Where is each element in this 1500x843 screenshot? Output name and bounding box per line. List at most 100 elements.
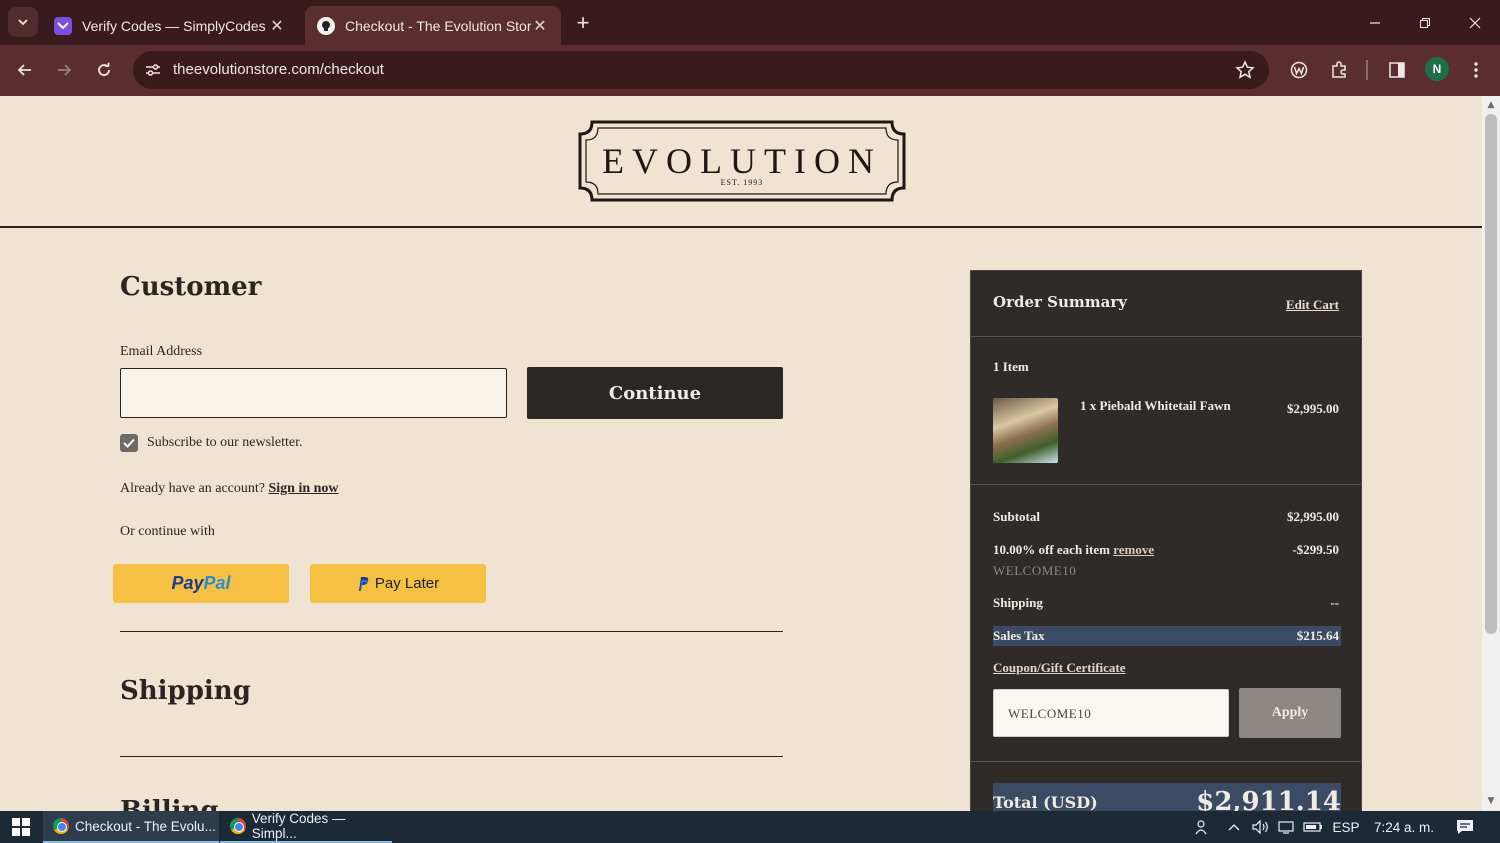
- discount-value: -$299.50: [1292, 542, 1339, 557]
- summary-divider: [971, 484, 1361, 485]
- people-icon[interactable]: [1190, 811, 1214, 843]
- item-price: $2,995.00: [1287, 401, 1339, 416]
- reload-button[interactable]: [89, 55, 119, 85]
- summary-divider: [971, 336, 1361, 337]
- summary-divider: [971, 761, 1361, 762]
- taskbar-item-label: Verify Codes — Simpl...: [251, 811, 346, 841]
- back-button[interactable]: [10, 55, 40, 85]
- apply-coupon-button[interactable]: Apply: [1239, 688, 1341, 738]
- profile-avatar[interactable]: N: [1425, 57, 1449, 81]
- simplycodes-icon: [54, 16, 72, 35]
- taskbar-item-verify-codes[interactable]: Verify Codes — Simpl...: [220, 811, 392, 843]
- store-logo[interactable]: EVOLUTION EST. 1993: [578, 120, 906, 202]
- tab-title: Verify Codes — SimplyCodes: [82, 17, 266, 34]
- toolbar-divider: [1366, 60, 1368, 80]
- order-summary-title: Order Summary: [993, 293, 1127, 311]
- close-window-button[interactable]: [1450, 0, 1500, 45]
- tab-checkout[interactable]: Checkout - The Evolution Store ✕: [305, 6, 561, 45]
- shipping-heading: Shipping: [120, 676, 251, 706]
- item-count: 1 Item: [993, 359, 1029, 374]
- paylater-label: Pay Later: [374, 575, 440, 592]
- side-panel-icon[interactable]: [1384, 57, 1410, 83]
- arrow-left-icon: [17, 64, 31, 76]
- account-prompt-text: Already have an account?: [120, 481, 265, 496]
- customer-heading: Customer: [120, 272, 262, 302]
- scroll-down-arrow-icon[interactable]: ▼: [1486, 796, 1496, 806]
- paypal-logo-pay: Pay: [171, 573, 204, 593]
- coupon-input[interactable]: WELCOME10: [993, 689, 1229, 737]
- arrow-right-icon: [58, 64, 72, 76]
- network-icon[interactable]: [1276, 811, 1298, 843]
- notifications-icon[interactable]: [1450, 811, 1480, 843]
- paypal-logo: PayPal: [171, 573, 230, 594]
- taskbar-item-checkout[interactable]: Checkout - The Evolu...: [43, 811, 219, 843]
- minimize-button[interactable]: [1350, 0, 1400, 45]
- minimize-icon: [1370, 21, 1380, 24]
- tab-search-button[interactable]: [8, 7, 38, 37]
- extensions-puzzle-icon[interactable]: [1326, 57, 1352, 83]
- email-label: Email Address: [120, 344, 203, 359]
- logo-established: EST. 1993: [720, 178, 764, 187]
- continue-button[interactable]: Continue: [527, 367, 783, 419]
- site-settings-icon[interactable]: [143, 60, 163, 80]
- subtotal-value: $2,995.00: [1287, 509, 1339, 524]
- battery-icon[interactable]: [1302, 811, 1324, 843]
- section-divider: [120, 631, 783, 632]
- windows-taskbar: Checkout - The Evolu... Verify Codes — S…: [0, 811, 1500, 843]
- edit-cart-link[interactable]: Edit Cart: [1286, 297, 1339, 313]
- billing-heading: Billing: [120, 796, 219, 811]
- tax-value: $215.64: [1296, 628, 1339, 643]
- reload-icon: [98, 62, 110, 76]
- paypal-p-icon: [358, 576, 369, 591]
- url-text[interactable]: theevolutionstore.com/checkout: [173, 61, 384, 78]
- shipping-label: Shipping: [993, 595, 1043, 610]
- discount-label: 10.00% off each item: [993, 542, 1110, 557]
- newsletter-checkbox[interactable]: [120, 434, 138, 452]
- paylater-button[interactable]: Pay Later: [310, 564, 486, 603]
- email-field[interactable]: [120, 368, 507, 418]
- close-icon[interactable]: ✕: [268, 17, 286, 35]
- header-divider: [0, 226, 1482, 228]
- sign-in-link[interactable]: Sign in now: [268, 481, 338, 496]
- scrollbar-thumb[interactable]: [1485, 114, 1497, 634]
- restore-icon: [1420, 17, 1430, 28]
- shipping-value: --: [1330, 595, 1339, 610]
- taskbar-item-label: Checkout - The Evolu...: [75, 818, 216, 834]
- chevron-down-icon: [18, 19, 28, 26]
- tab-verify-codes[interactable]: Verify Codes — SimplyCodes ✕: [42, 6, 298, 45]
- discount-row: 10.00% off each item remove: [993, 542, 1341, 558]
- tab-title: Checkout - The Evolution Store: [345, 17, 531, 34]
- checkout-page: EVOLUTION EST. 1993 Customer Email Addre…: [0, 96, 1482, 811]
- start-button[interactable]: [0, 811, 42, 843]
- bookmark-star-icon[interactable]: [1235, 60, 1255, 80]
- close-icon[interactable]: ✕: [531, 17, 549, 35]
- total-label: Total (USD): [993, 793, 1098, 811]
- clock[interactable]: 7:24 a. m.: [1368, 811, 1440, 843]
- page-scrollbar[interactable]: ▲ ▼: [1482, 96, 1500, 811]
- more-menu-icon[interactable]: [1463, 57, 1489, 83]
- language-indicator[interactable]: ESP: [1330, 811, 1362, 843]
- section-divider: [120, 756, 783, 757]
- newsletter-label: Subscribe to our newsletter.: [147, 435, 303, 450]
- forward-button[interactable]: [49, 55, 79, 85]
- restore-button[interactable]: [1400, 0, 1450, 45]
- windows-logo-icon: [12, 818, 30, 836]
- total-row: Total (USD) $2,911.14: [993, 783, 1341, 811]
- new-tab-button[interactable]: +: [570, 10, 596, 36]
- address-bar[interactable]: theevolutionstore.com/checkout: [133, 51, 1269, 89]
- checkmark-icon: [123, 438, 135, 448]
- account-prompt: Already have an account? Sign in now: [120, 481, 339, 497]
- coupon-link[interactable]: Coupon/Gift Certificate: [993, 660, 1341, 676]
- paypal-button[interactable]: PayPal: [113, 564, 289, 603]
- or-continue-label: Or continue with: [120, 524, 215, 539]
- item-name: 1 x Piebald Whitetail Fawn: [1080, 398, 1231, 413]
- chevron-up-icon[interactable]: [1224, 811, 1244, 843]
- browser-toolbar: theevolutionstore.com/checkout N: [0, 45, 1500, 96]
- tax-label: Sales Tax: [993, 628, 1045, 643]
- scroll-up-arrow-icon[interactable]: ▲: [1486, 100, 1496, 110]
- discount-remove-link[interactable]: remove: [1113, 542, 1154, 557]
- paypal-logo-pal: Pal: [203, 573, 231, 593]
- discount-code: WELCOME10: [993, 563, 1077, 578]
- extension-w-icon[interactable]: [1286, 57, 1312, 83]
- volume-icon[interactable]: [1250, 811, 1272, 843]
